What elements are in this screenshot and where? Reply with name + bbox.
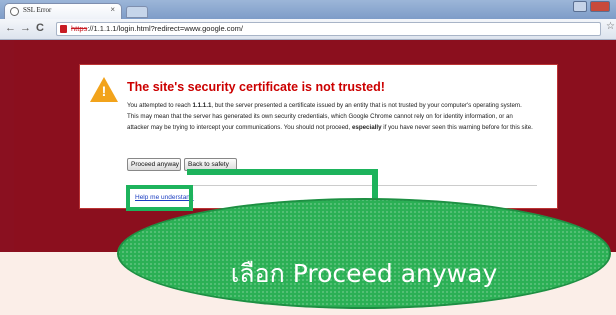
- url-scheme: https: [71, 24, 88, 33]
- annotation-bubble: เลือก Proceed anyway: [117, 198, 611, 309]
- tab-title: SSL Error: [23, 6, 52, 14]
- tab-close-icon[interactable]: ×: [110, 5, 115, 14]
- new-tab-button[interactable]: [126, 6, 148, 18]
- browser-toolbar: ← → C https://1.1.1.1/login.html?redirec…: [0, 19, 616, 40]
- window-controls: [573, 1, 610, 12]
- close-window-button[interactable]: [590, 1, 610, 12]
- url-text: https://1.1.1.1/login.html?redirect=www.…: [71, 24, 243, 33]
- address-bar[interactable]: https://1.1.1.1/login.html?redirect=www.…: [56, 22, 601, 36]
- browser-tab[interactable]: SSL Error ×: [4, 3, 122, 19]
- globe-icon: [10, 7, 19, 16]
- url-path: ://1.1.1.1/login.html?redirect=www.googl…: [87, 24, 243, 33]
- back-arrow-icon[interactable]: ←: [5, 22, 16, 35]
- exclamation-icon: !: [101, 83, 107, 99]
- minimize-button[interactable]: [573, 1, 587, 12]
- bookmark-star-icon[interactable]: ☆: [606, 21, 615, 32]
- callout-highlight-box: [126, 185, 193, 211]
- reload-icon[interactable]: C: [36, 22, 44, 35]
- forward-arrow-icon[interactable]: →: [20, 22, 31, 35]
- annotation-text: เลือก Proceed anyway: [230, 259, 498, 288]
- proceed-anyway-button[interactable]: Proceed anyway: [127, 158, 181, 171]
- page-title: The site's security certificate is not t…: [127, 80, 385, 94]
- broken-lock-icon: [60, 25, 67, 33]
- warning-message: You attempted to reach 1.1.1.1, but the …: [127, 102, 533, 131]
- title-bar: SSL Error ×: [0, 0, 616, 19]
- callout-line-horizontal: [187, 169, 375, 175]
